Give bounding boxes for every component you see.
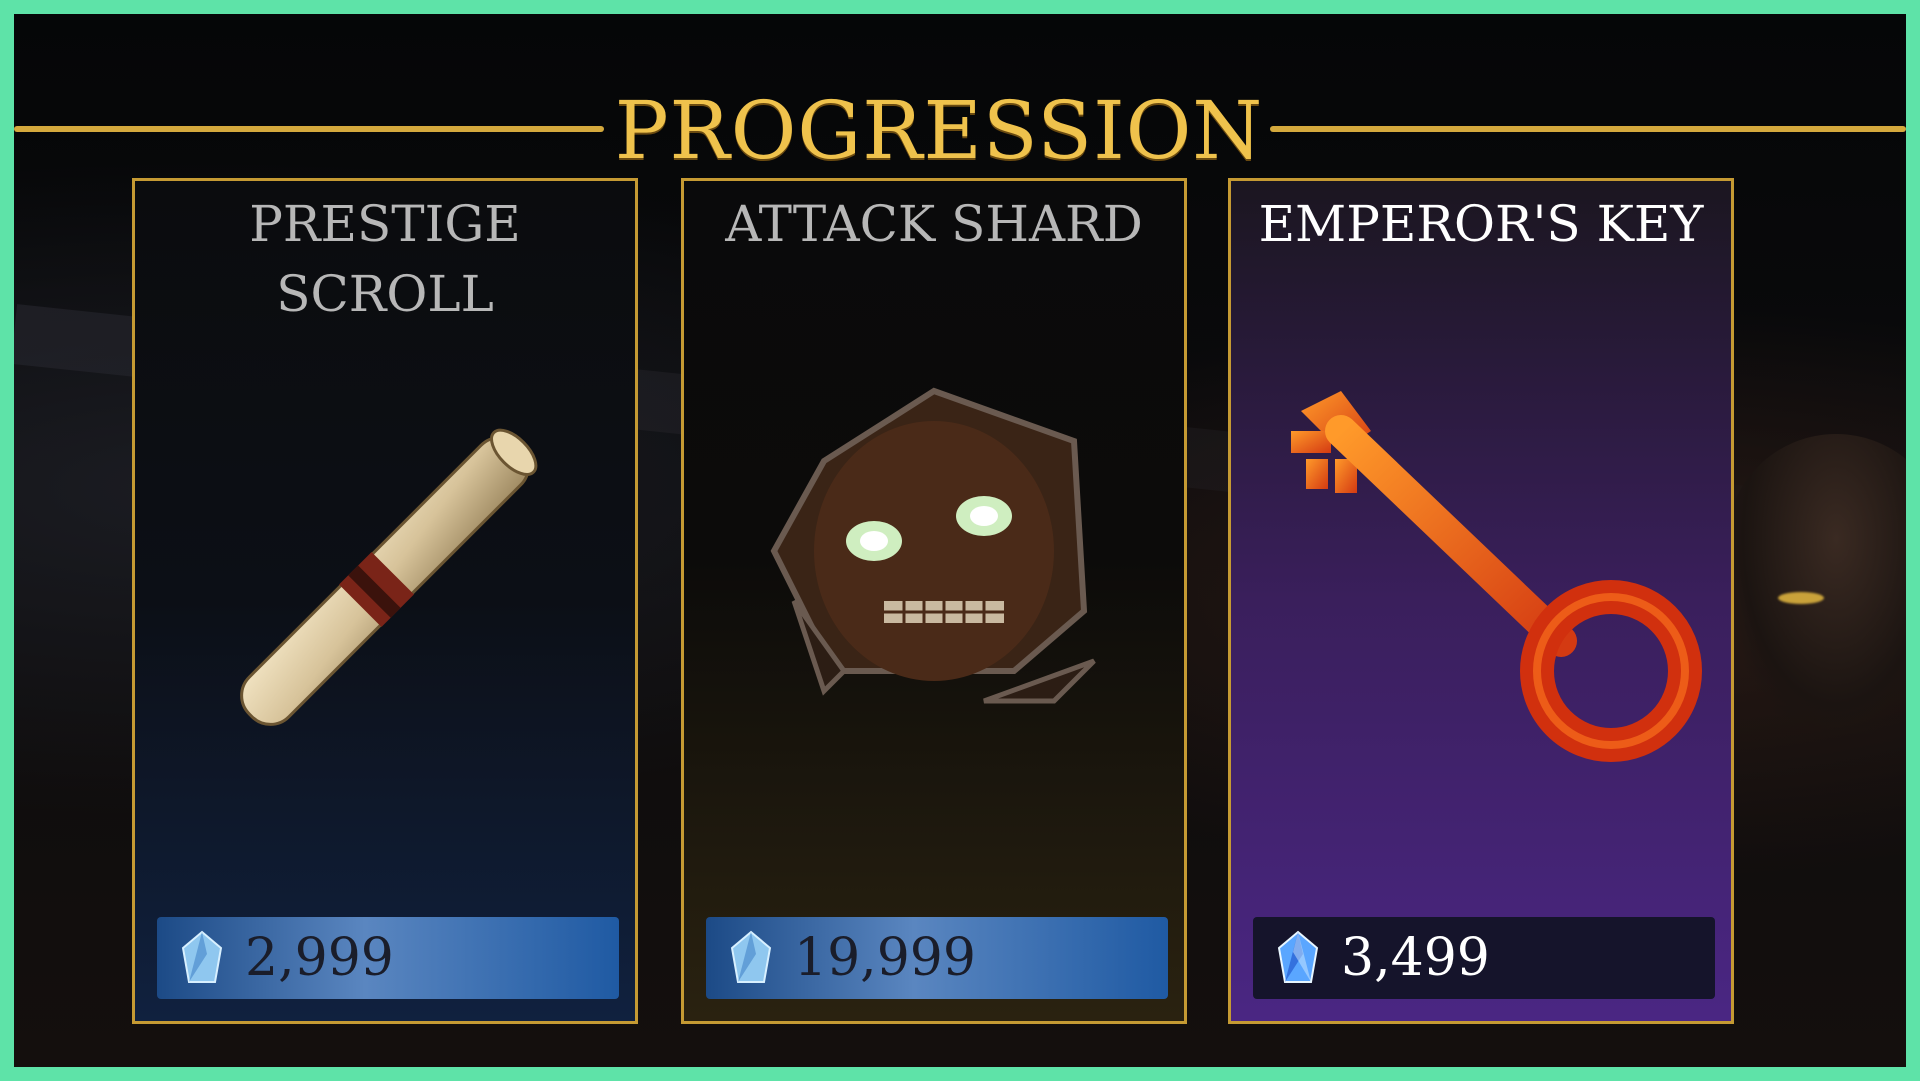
card-title: EMPEROR'S KEY — [1258, 195, 1704, 253]
price-tag[interactable]: 19,999 — [706, 917, 1168, 999]
shop-card-attack-shard[interactable]: ATTACK SHARD 19,999 — [681, 178, 1187, 1024]
gem-icon — [1277, 930, 1319, 983]
header-divider-left — [14, 126, 604, 132]
gem-icon — [730, 930, 772, 983]
price-tag[interactable]: 2,999 — [157, 917, 619, 999]
background-titan-eye — [1778, 592, 1824, 604]
section-header: PROGRESSION — [14, 76, 1906, 186]
price-value: 19,999 — [794, 928, 976, 988]
shop-card-prestige-scroll[interactable]: PRESTIGE SCROLL 2,999 — [132, 178, 638, 1024]
key-icon — [1231, 371, 1731, 791]
header-divider-right — [1270, 126, 1906, 132]
section-title: PROGRESSION — [614, 84, 1264, 177]
shop-card-emperors-key[interactable]: EMPEROR'S KEY 3,499 — [1228, 178, 1734, 1024]
background-titan-silhouette — [1726, 434, 1906, 734]
price-tag[interactable]: 3,499 — [1253, 917, 1715, 999]
price-value: 3,499 — [1341, 928, 1490, 988]
scroll-icon — [135, 371, 635, 791]
card-title: ATTACK SHARD — [725, 195, 1143, 253]
gem-icon — [181, 930, 223, 983]
shop-panel: PROGRESSION PRESTIGE SCROLL 2,999 ATTACK… — [14, 14, 1906, 1067]
card-title: PRESTIGE SCROLL — [249, 195, 521, 323]
titan-shard-icon — [684, 371, 1184, 791]
price-value: 2,999 — [245, 928, 394, 988]
